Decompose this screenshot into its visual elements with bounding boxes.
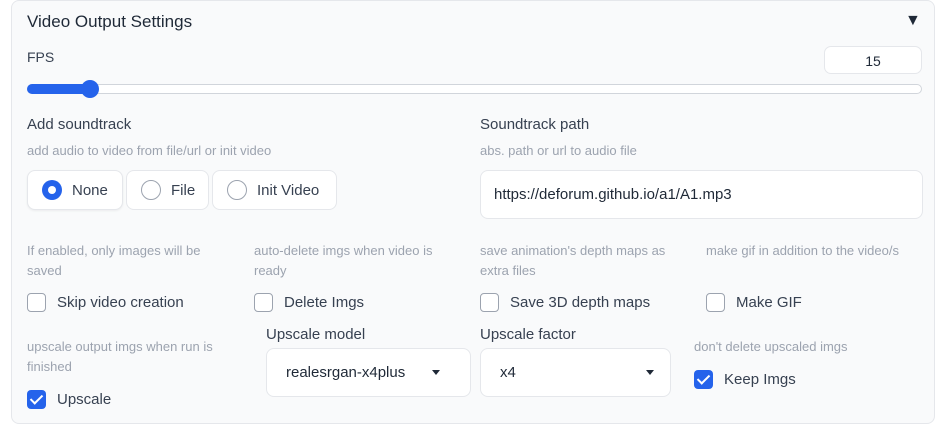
keep-imgs-checkbox[interactable]: Keep Imgs (694, 370, 796, 389)
soundtrack-option-label: Init Video (257, 181, 320, 199)
upscale-model-dropdown[interactable]: realesrgan-x4plus (266, 348, 471, 397)
triangle-down-icon[interactable]: ▼ (905, 12, 921, 30)
fps-label: FPS (27, 49, 55, 65)
skip-video-checkbox[interactable]: Skip video creation (27, 293, 184, 312)
soundtrack-option-label: None (72, 181, 108, 199)
skip-video-label: Skip video creation (57, 294, 184, 311)
save-depth-hint: save animation's depth maps as extra fil… (480, 243, 666, 278)
delete-imgs-label: Delete Imgs (284, 294, 365, 311)
chevron-down-icon (646, 370, 654, 375)
checkbox-checked-icon (27, 390, 46, 409)
soundtrack-path-label: Soundtrack path (480, 116, 590, 133)
keep-imgs-label: Keep Imgs (724, 371, 796, 388)
save-depth-checkbox[interactable]: Save 3D depth maps (480, 293, 650, 312)
radio-selected-icon (42, 180, 62, 200)
add-soundtrack-hint: add audio to video from file/url or init… (27, 143, 272, 158)
upscale-checkbox[interactable]: Upscale (27, 390, 111, 409)
upscale-factor-value: x4 (500, 364, 516, 381)
chevron-down-icon (432, 370, 440, 375)
radio-unselected-icon (227, 180, 247, 200)
fps-slider-track[interactable] (27, 84, 922, 94)
upscale-model-value: realesrgan-x4plus (286, 364, 406, 381)
upscale-model-label: Upscale model (266, 326, 366, 343)
soundtrack-option-init-video[interactable]: Init Video (212, 170, 337, 210)
skip-video-hint: If enabled, only images will be saved (27, 243, 201, 278)
checkbox-icon (27, 293, 46, 312)
delete-imgs-checkbox[interactable]: Delete Imgs (254, 293, 364, 312)
upscale-hint: upscale output imgs when run is finished (27, 339, 213, 374)
fps-number-input[interactable]: 15 (824, 46, 922, 74)
radio-unselected-icon (141, 180, 161, 200)
soundtrack-option-file[interactable]: File (126, 170, 209, 210)
make-gif-checkbox[interactable]: Make GIF (706, 293, 802, 312)
upscale-label: Upscale (57, 391, 112, 408)
add-soundtrack-label: Add soundtrack (27, 116, 132, 133)
make-gif-label: Make GIF (736, 294, 802, 311)
delete-imgs-hint: auto-delete imgs when video is ready (254, 243, 433, 278)
checkbox-icon (254, 293, 273, 312)
save-depth-label: Save 3D depth maps (510, 294, 651, 311)
make-gif-hint: make gif in addition to the video/s (706, 243, 899, 258)
upscale-factor-dropdown[interactable]: x4 (480, 348, 671, 397)
checkbox-icon (480, 293, 499, 312)
section-title: Video Output Settings (27, 12, 193, 31)
upscale-factor-label: Upscale factor (480, 326, 576, 343)
fps-slider-thumb[interactable] (80, 80, 99, 98)
soundtrack-option-none[interactable]: None (27, 170, 123, 210)
keep-imgs-hint: don't delete upscaled imgs (694, 339, 848, 354)
checkbox-checked-icon (694, 370, 713, 389)
checkbox-icon (706, 293, 725, 312)
soundtrack-path-input[interactable]: https://deforum.github.io/a1/A1.mp3 (480, 170, 923, 219)
soundtrack-option-label: File (171, 181, 196, 199)
soundtrack-path-hint: abs. path or url to audio file (480, 143, 637, 158)
